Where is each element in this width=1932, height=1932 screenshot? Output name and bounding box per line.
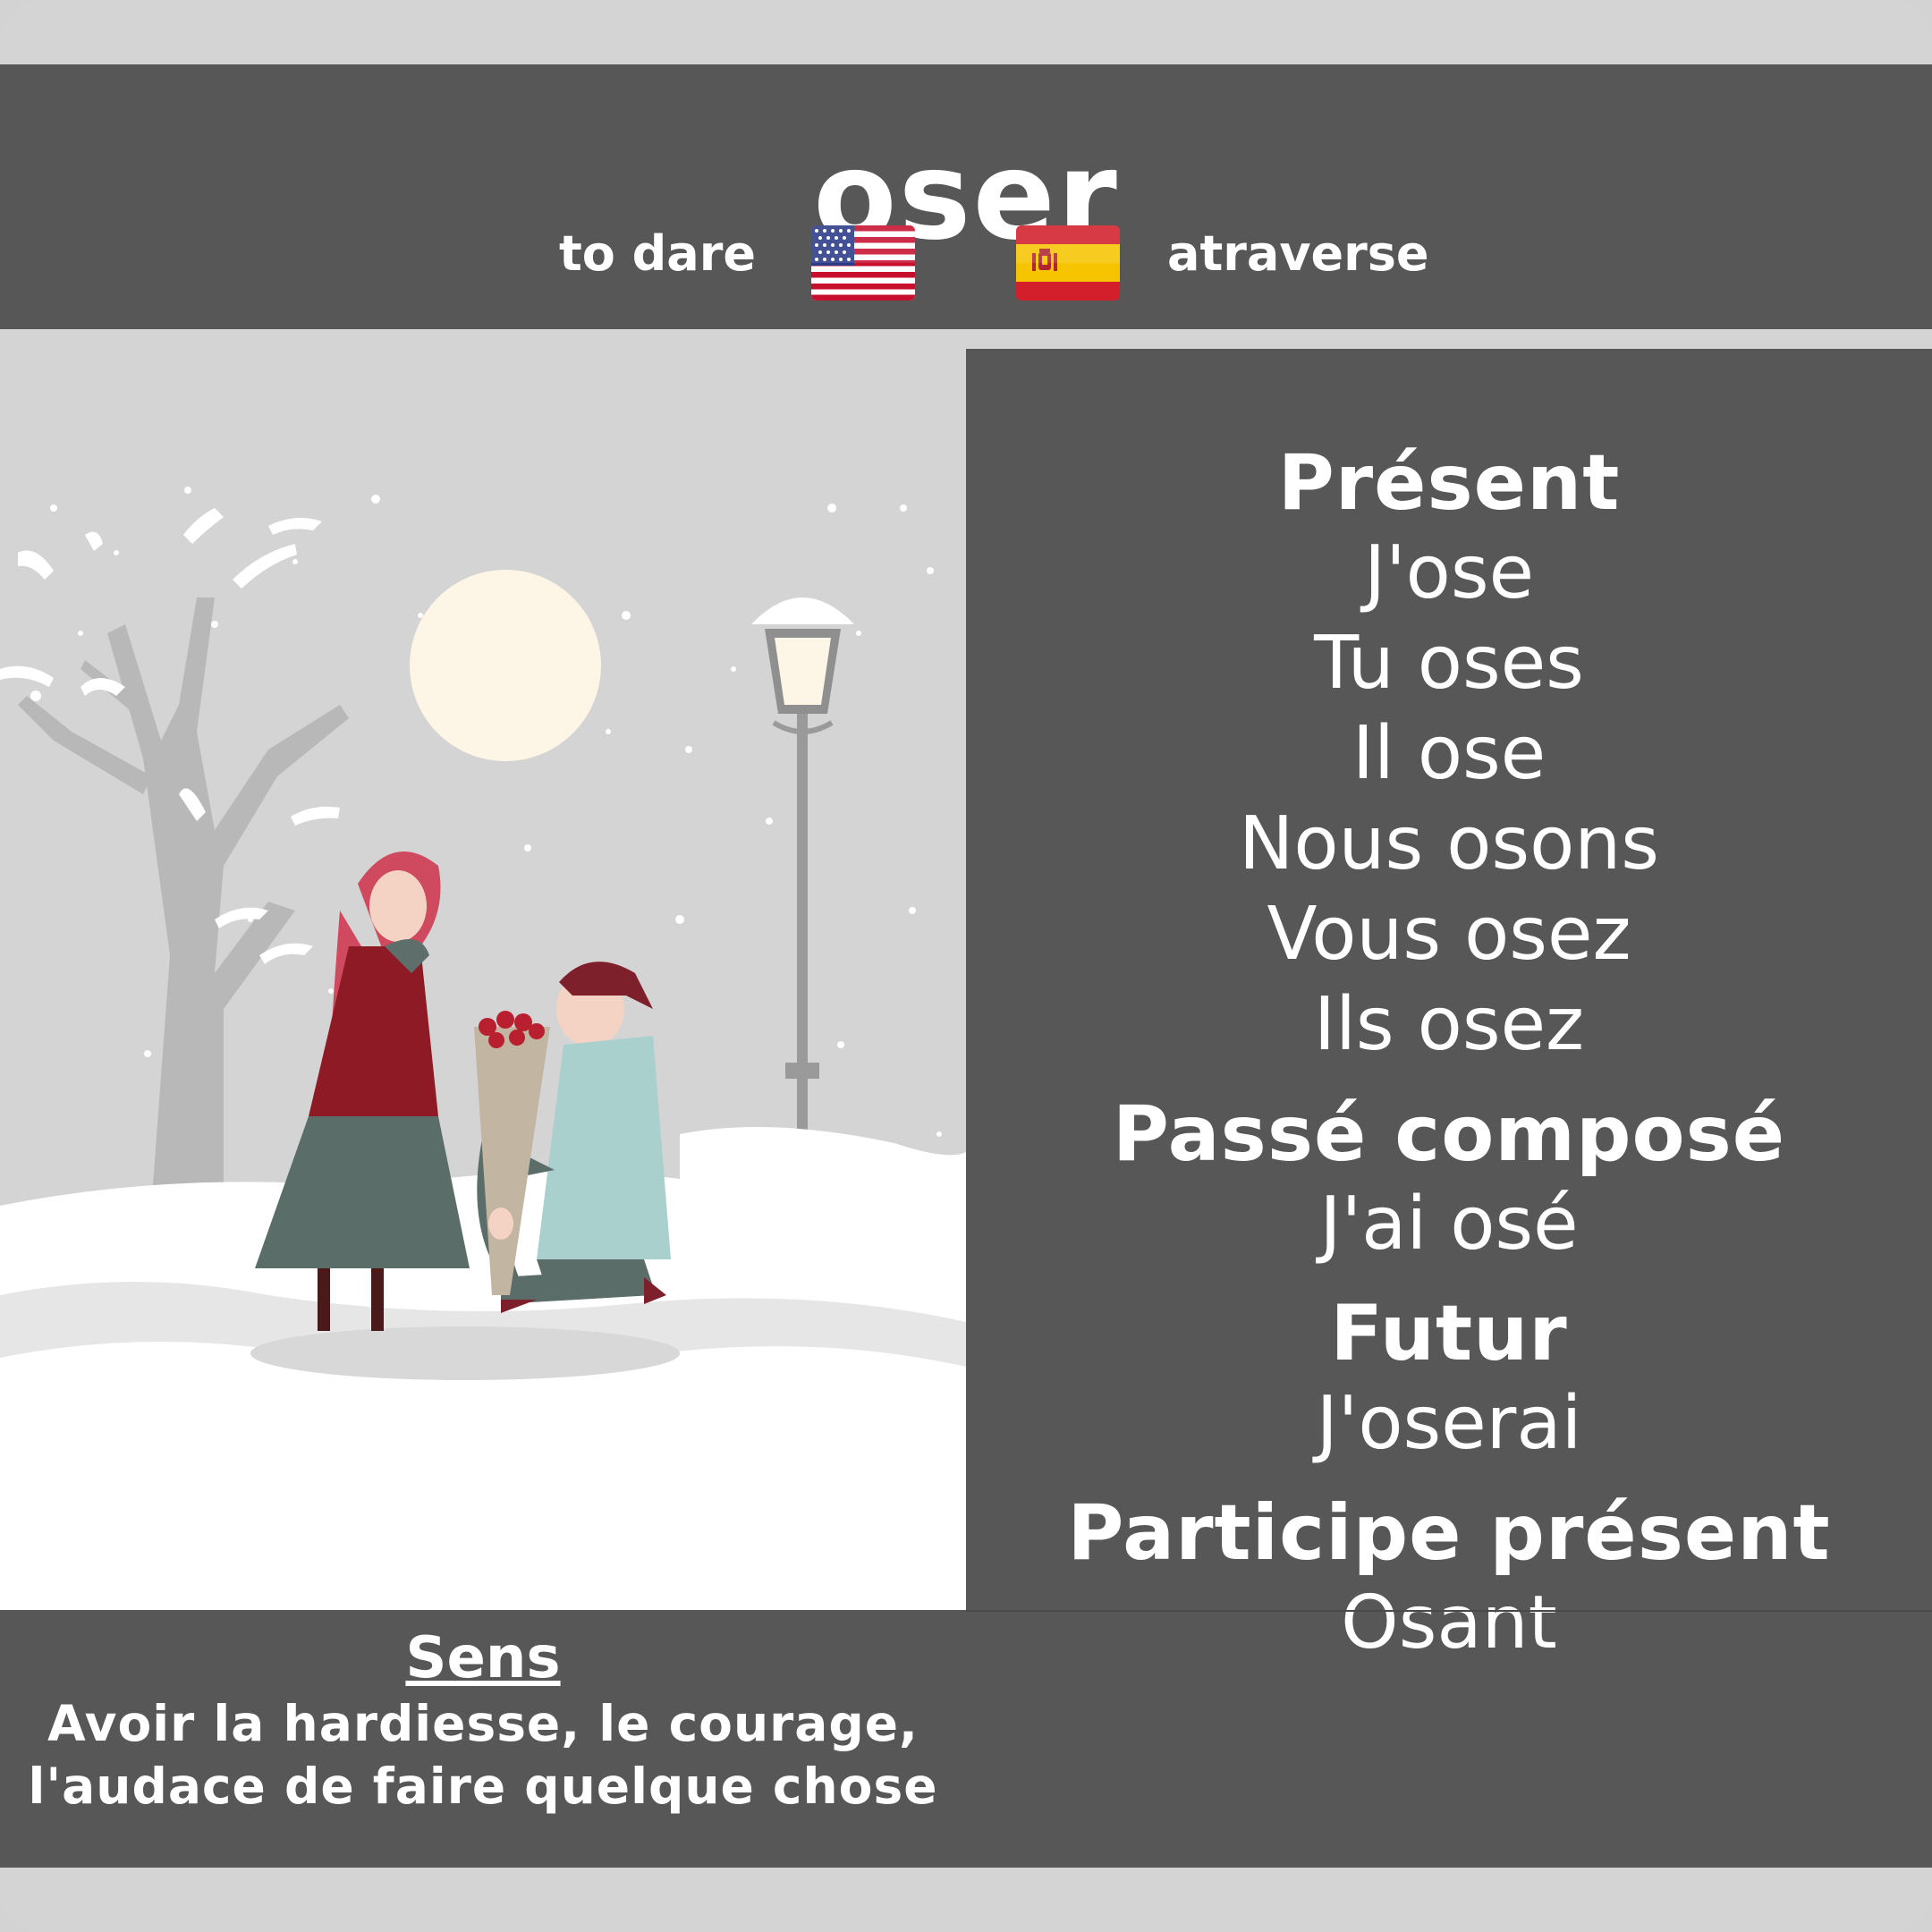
- present-form-je: J'ose: [1363, 530, 1535, 615]
- conjugation-panel: Présent J'ose Tu oses Il ose Nous osons …: [966, 349, 1932, 1868]
- sens-panel: Sens Avoir la hardiesse, le courage, l'a…: [0, 1610, 966, 1868]
- present-form-nous: Nous osons: [1238, 801, 1660, 886]
- present-form-il: Il ose: [1352, 711, 1546, 796]
- verb-card: oser to dare atraverse Présent J'ose Tu …: [0, 0, 1932, 1932]
- sens-line-1: Avoir la hardiesse, le courage,: [47, 1695, 919, 1752]
- futur-title: Futur: [1330, 1289, 1568, 1378]
- sens-line-2: l'audace de faire quelque chose: [28, 1758, 938, 1815]
- participe-present-title: Participe présent: [1067, 1488, 1831, 1578]
- futur-form: J'oserai: [1316, 1381, 1582, 1466]
- present-form-tu: Tu oses: [1314, 621, 1584, 706]
- us-flag-icon: [811, 225, 915, 301]
- passe-compose-form: J'ai osé: [1319, 1182, 1579, 1267]
- english-translation: to dare: [558, 225, 756, 282]
- present-title: Présent: [1277, 438, 1621, 528]
- spain-flag-icon: [1016, 225, 1120, 301]
- passe-compose-title: Passé composé: [1112, 1089, 1786, 1179]
- present-group: Présent J'ose Tu oses Il ose Nous osons …: [966, 438, 1932, 1070]
- futur-group: Futur J'oserai: [966, 1289, 1932, 1469]
- participe-present-form: Osant: [1341, 1580, 1557, 1665]
- participe-present-group: Participe présent Osant: [966, 1488, 1932, 1668]
- passe-compose-group: Passé composé J'ai osé: [966, 1089, 1932, 1269]
- present-form-ils: Ils osez: [1313, 982, 1585, 1067]
- winter-proposal-illustration: [0, 329, 966, 1610]
- header-bar: oser to dare atraverse: [0, 64, 1932, 329]
- present-form-vous: Vous osez: [1267, 892, 1631, 977]
- verb-title: oser: [813, 126, 1119, 267]
- spanish-translation: atraverse: [1167, 225, 1429, 282]
- sens-title: Sens: [405, 1625, 561, 1691]
- panel-divider: [966, 1610, 1932, 1612]
